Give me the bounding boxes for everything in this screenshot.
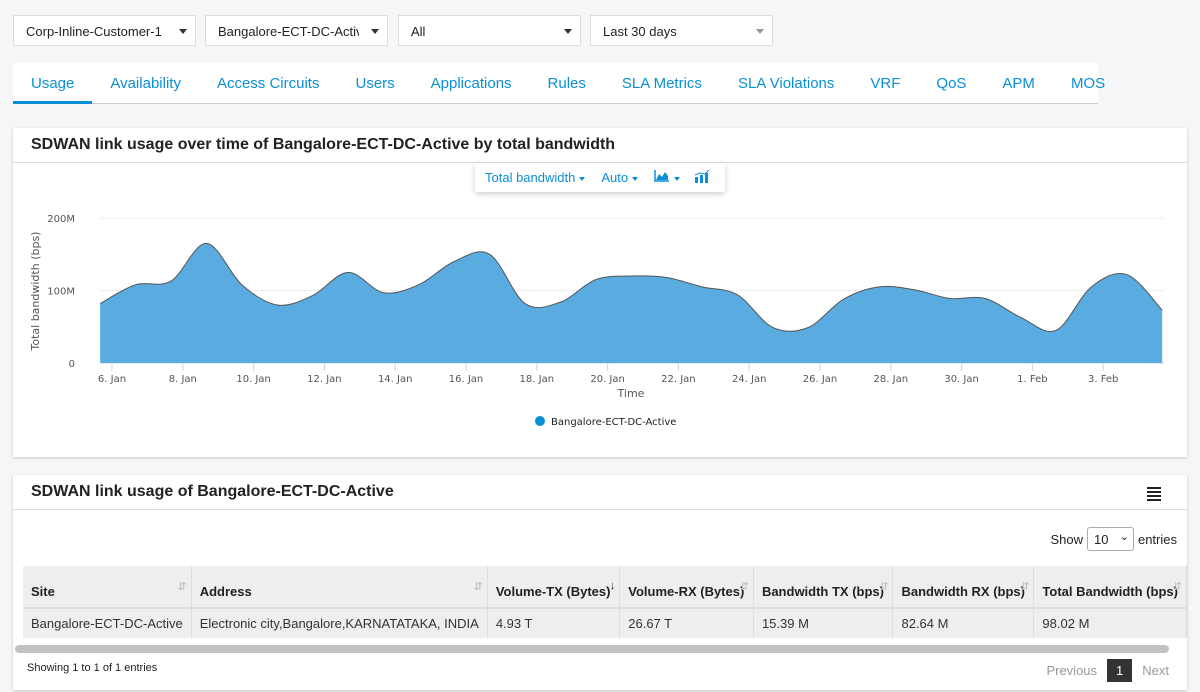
- tab-users[interactable]: Users: [337, 63, 412, 103]
- legend-marker[interactable]: [535, 416, 545, 426]
- tab-qos[interactable]: QoS: [918, 63, 984, 103]
- x-tick-label: 8. Jan: [169, 374, 197, 385]
- caret-down-icon: [179, 29, 187, 34]
- previous-button[interactable]: Previous: [1046, 663, 1097, 678]
- table-panel-title: SDWAN link usage of Bangalore-ECT-DC-Act…: [13, 475, 1187, 510]
- tab-usage[interactable]: Usage: [13, 63, 93, 104]
- y-axis-title: Total bandwidth (bps): [29, 232, 42, 352]
- sort-icon[interactable]: ⇵: [740, 580, 749, 593]
- site-select[interactable]: Bangalore-ECT-DC-Active: [205, 15, 388, 46]
- column-label: Address: [199, 584, 252, 599]
- tab-access-circuits[interactable]: Access Circuits: [199, 63, 338, 103]
- x-tick-label: 16. Jan: [449, 374, 484, 385]
- table-info: Showing 1 to 1 of 1 entries: [27, 662, 158, 674]
- column-header[interactable]: Volume-RX (Bytes) ⇵: [619, 566, 754, 608]
- y-tick-label: 100M: [47, 287, 75, 298]
- sort-icon[interactable]: ⇵: [178, 580, 187, 593]
- tab-sla-violations[interactable]: SLA Violations: [720, 63, 852, 103]
- chart-panel: SDWAN link usage over time of Bangalore-…: [13, 128, 1187, 457]
- site-value: Bangalore-ECT-DC-Active: [218, 24, 359, 39]
- x-tick-label: 3. Feb: [1088, 374, 1118, 385]
- column-label: Bandwidth RX (bps): [901, 584, 1025, 599]
- x-tick-label: 14. Jan: [378, 374, 413, 385]
- chart-panel-title: SDWAN link usage over time of Bangalore-…: [13, 128, 1187, 163]
- time-range-value: Last 30 days: [603, 24, 677, 39]
- x-tick-label: 20. Jan: [590, 374, 625, 385]
- x-tick-label: 10. Jan: [236, 374, 271, 385]
- tab-apm[interactable]: APM: [984, 63, 1053, 103]
- x-tick-label: 6. Jan: [98, 374, 126, 385]
- table-cell: 82.64 M: [892, 607, 1035, 638]
- column-label: Bandwidth TX (bps): [761, 584, 884, 599]
- pagination: Previous 1 Next: [1046, 659, 1169, 682]
- tab-applications[interactable]: Applications: [413, 63, 530, 103]
- column-header[interactable]: Volume-TX (Bytes) ↓: [487, 566, 621, 608]
- sort-icon[interactable]: ⇵: [1020, 580, 1029, 593]
- table-cell: 15.39 M: [753, 607, 894, 638]
- show-label: Show: [1050, 531, 1083, 547]
- table-cell: 26.67 T: [619, 607, 754, 638]
- x-axis-title: Time: [617, 387, 645, 400]
- x-tick-label: 30. Jan: [944, 374, 979, 385]
- circuit-value: All: [411, 24, 426, 39]
- column-label: Volume-RX (Bytes): [628, 584, 745, 599]
- entries-value: 10: [1093, 532, 1109, 547]
- y-tick-label: 200M: [47, 214, 75, 225]
- entries-select[interactable]: 10 ⌄: [1086, 527, 1134, 551]
- x-tick-label: 12. Jan: [307, 374, 342, 385]
- column-header[interactable]: Site ⇵: [23, 566, 192, 608]
- column-label: Total Bandwidth (bps): [1042, 584, 1178, 599]
- table-cell: Electronic city,Bangalore,KARNATATAKA, I…: [191, 607, 488, 638]
- sort-icon[interactable]: ↓: [610, 580, 616, 592]
- column-header[interactable]: Total Bandwidth (bps) ⇵: [1033, 566, 1187, 608]
- tab-sla-metrics[interactable]: SLA Metrics: [604, 63, 720, 103]
- table-panel: SDWAN link usage of Bangalore-ECT-DC-Act…: [13, 475, 1187, 690]
- next-button[interactable]: Next: [1142, 663, 1169, 678]
- time-range-select[interactable]: Last 30 days: [590, 15, 773, 46]
- column-label: Site: [31, 584, 55, 599]
- column-header[interactable]: Address ⇵: [191, 566, 488, 608]
- customer-select[interactable]: Corp-Inline-Customer-1: [13, 15, 196, 46]
- legend-label[interactable]: Bangalore-ECT-DC-Active: [551, 417, 676, 428]
- circuit-select[interactable]: All: [398, 15, 581, 46]
- column-header[interactable]: Bandwidth RX (bps) ⇵: [892, 566, 1035, 608]
- page-length: Show 10 ⌄ entries: [1050, 527, 1177, 551]
- page-1-button[interactable]: 1: [1107, 659, 1133, 682]
- chevron-down-icon: ⌄: [1119, 531, 1129, 543]
- x-tick-label: 24. Jan: [732, 374, 767, 385]
- table-row: Bangalore-ECT-DC-Active Electronic city,B…: [23, 607, 1187, 638]
- tab-bar: Usage Availability Access Circuits Users App…: [13, 63, 1105, 104]
- caret-down-icon: [756, 29, 764, 34]
- menu-icon[interactable]: [1147, 487, 1161, 501]
- customer-value: Corp-Inline-Customer-1: [26, 24, 162, 39]
- tab-mos[interactable]: MOS: [1053, 63, 1123, 103]
- y-tick-label: 0: [69, 359, 75, 370]
- horizontal-scrollbar[interactable]: [15, 645, 1169, 653]
- x-tick-label: 1. Feb: [1017, 374, 1047, 385]
- tab-vrf[interactable]: VRF: [852, 63, 918, 103]
- table-cell: 98.02 M: [1033, 607, 1187, 638]
- table-cell: Bangalore-ECT-DC-Active: [23, 607, 192, 638]
- x-tick-label: 22. Jan: [661, 374, 696, 385]
- data-table: Site ⇵ Address ⇵ Volume-TX (Bytes) ↓ Volume-RX…: [23, 566, 1187, 638]
- tab-rules[interactable]: Rules: [530, 63, 604, 103]
- x-tick-label: 18. Jan: [520, 374, 555, 385]
- sort-icon[interactable]: ⇵: [879, 580, 888, 593]
- area-chart: 0 100M 200M 6. Jan 8. Jan 10. Jan 12. Jan 14. J…: [29, 214, 1164, 428]
- sort-icon[interactable]: ⇵: [1173, 580, 1182, 593]
- series-area: [100, 243, 1163, 363]
- entries-label: entries: [1137, 531, 1177, 547]
- column-header[interactable]: Bandwidth TX (bps) ⇵: [753, 566, 894, 608]
- sort-icon[interactable]: ⇵: [474, 580, 483, 593]
- x-tick-label: 28. Jan: [874, 374, 909, 385]
- x-tick-label: 26. Jan: [803, 374, 838, 385]
- column-label: Volume-TX (Bytes): [495, 584, 611, 599]
- tab-availability[interactable]: Availability: [92, 63, 199, 103]
- caret-down-icon: [564, 29, 572, 34]
- caret-down-icon: [371, 29, 379, 34]
- table-cell: 4.93 T: [487, 607, 621, 638]
